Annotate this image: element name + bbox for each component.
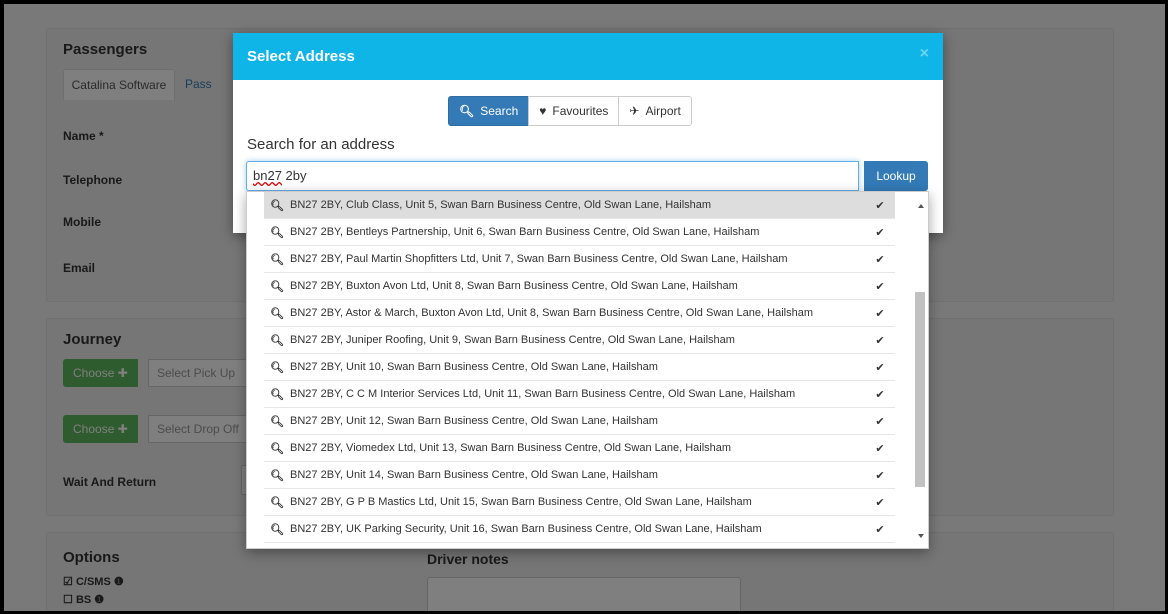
modal-header: Select Address × — [233, 33, 943, 80]
result-address: BN27 2BY, Juniper Roofing, Unit 9, Swan … — [290, 334, 735, 346]
result-item[interactable]: 🔍︎ BN27 2BY, Unit 14, Swan Barn Business … — [264, 462, 895, 489]
result-address: BN27 2BY, UK Parking Security, Unit 16, … — [290, 523, 762, 535]
plane-icon: ✈ — [629, 104, 640, 118]
check-icon: ✔ — [875, 523, 885, 536]
result-address: BN27 2BY, Unit 14, Swan Barn Business Ce… — [290, 469, 658, 481]
result-item[interactable]: 🔍︎ BN27 2BY, Viomedex Ltd, Unit 13, Swan … — [264, 435, 895, 462]
search-icon: 🔍︎ — [270, 469, 284, 482]
result-address: BN27 2BY, Astor & March, Buxton Avon Ltd… — [290, 307, 813, 319]
search-icon: 🔍︎ — [270, 199, 284, 212]
lookup-button[interactable]: Lookup — [864, 161, 928, 191]
address-results-dropdown: 🔍︎ BN27 2BY, Club Class, Unit 5, Swan Bar… — [246, 191, 929, 549]
search-icon: 🔍︎ — [270, 334, 284, 347]
modal-title: Select Address — [247, 48, 355, 65]
search-icon: 🔍︎ — [270, 361, 284, 374]
result-address: BN27 2BY, Buxton Avon Ltd, Unit 8, Swan … — [290, 280, 738, 292]
check-icon: ✔ — [875, 199, 885, 212]
check-icon: ✔ — [875, 334, 885, 347]
check-icon: ✔ — [875, 388, 885, 401]
tab-airport[interactable]: ✈ Airport — [618, 96, 692, 126]
result-item[interactable]: 🔍︎ BN27 2BY, Unit 10, Swan Barn Business … — [264, 354, 895, 381]
scroll-up-icon[interactable] — [918, 204, 924, 208]
address-source-tabs: 🔍︎ Search ♥ Favourites ✈ Airport — [448, 96, 692, 126]
check-icon: ✔ — [875, 253, 885, 266]
result-address: BN27 2BY, Unit 10, Swan Barn Business Ce… — [290, 361, 658, 373]
result-address: BN27 2BY, C C M Interior Services Ltd, U… — [290, 388, 796, 400]
results-list: 🔍︎ BN27 2BY, Club Class, Unit 5, Swan Bar… — [264, 192, 895, 543]
result-address: BN27 2BY, Club Class, Unit 5, Swan Barn … — [290, 199, 712, 211]
result-item[interactable]: 🔍︎ BN27 2BY, Buxton Avon Ltd, Unit 8, Swa… — [264, 273, 895, 300]
search-icon: 🔍︎ — [270, 388, 284, 401]
result-item[interactable]: 🔍︎ BN27 2BY, UK Parking Security, Unit 16… — [264, 516, 895, 543]
search-text: 2by — [281, 168, 307, 183]
result-item[interactable]: 🔍︎ BN27 2BY, Club Class, Unit 5, Swan Bar… — [264, 192, 895, 219]
search-icon: 🔍︎ — [270, 307, 284, 320]
result-item[interactable]: 🔍︎ BN27 2BY, Unit 12, Swan Barn Business … — [264, 408, 895, 435]
tab-label: Airport — [645, 104, 681, 118]
search-label: Search for an address — [247, 136, 395, 153]
result-address: BN27 2BY, Bentleys Partnership, Unit 6, … — [290, 226, 760, 238]
search-text-typo: bn27 — [253, 168, 282, 183]
check-icon: ✔ — [875, 415, 885, 428]
close-icon[interactable]: × — [920, 45, 929, 63]
result-address: BN27 2BY, Unit 12, Swan Barn Business Ce… — [290, 415, 658, 427]
scroll-down-icon[interactable] — [918, 534, 924, 538]
check-icon: ✔ — [875, 280, 885, 293]
scrollbar-thumb[interactable] — [915, 292, 925, 487]
check-icon: ✔ — [875, 226, 885, 239]
tab-label: Favourites — [552, 104, 609, 118]
result-address: BN27 2BY, Paul Martin Shopfitters Ltd, U… — [290, 253, 788, 265]
search-icon: 🔍︎ — [270, 442, 284, 455]
check-icon: ✔ — [875, 496, 885, 509]
result-address: BN27 2BY, G P B Mastics Ltd, Unit 15, Sw… — [290, 496, 752, 508]
address-search-input[interactable]: bn27 2by — [246, 161, 859, 191]
check-icon: ✔ — [875, 469, 885, 482]
result-item[interactable]: 🔍︎ BN27 2BY, Juniper Roofing, Unit 9, Swa… — [264, 327, 895, 354]
search-icon: 🔍︎ — [459, 104, 475, 118]
search-icon: 🔍︎ — [270, 523, 284, 536]
search-icon: 🔍︎ — [270, 226, 284, 239]
result-item[interactable]: 🔍︎ BN27 2BY, Paul Martin Shopfitters Ltd,… — [264, 246, 895, 273]
heart-icon: ♥ — [539, 104, 547, 118]
search-icon: 🔍︎ — [270, 253, 284, 266]
result-address: BN27 2BY, Viomedex Ltd, Unit 13, Swan Ba… — [290, 442, 732, 454]
check-icon: ✔ — [875, 307, 885, 320]
tab-favourites[interactable]: ♥ Favourites — [528, 96, 620, 126]
search-icon: 🔍︎ — [270, 280, 284, 293]
check-icon: ✔ — [875, 442, 885, 455]
result-item[interactable]: 🔍︎ BN27 2BY, Bentleys Partnership, Unit 6… — [264, 219, 895, 246]
result-item[interactable]: 🔍︎ BN27 2BY, Astor & March, Buxton Avon L… — [264, 300, 895, 327]
search-icon: 🔍︎ — [270, 415, 284, 428]
result-item[interactable]: 🔍︎ BN27 2BY, C C M Interior Services Ltd,… — [264, 381, 895, 408]
result-item[interactable]: 🔍︎ BN27 2BY, G P B Mastics Ltd, Unit 15, … — [264, 489, 895, 516]
tab-label: Search — [480, 104, 519, 118]
tab-search[interactable]: 🔍︎ Search — [448, 96, 530, 126]
search-icon: 🔍︎ — [270, 496, 284, 509]
check-icon: ✔ — [875, 361, 885, 374]
